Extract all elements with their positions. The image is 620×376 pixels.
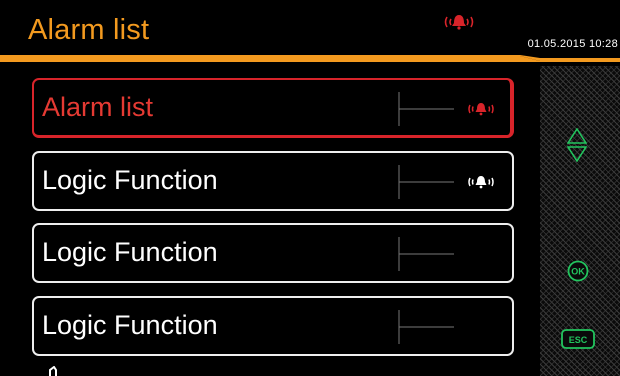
menu-item-label: Alarm list <box>42 92 154 122</box>
separator-line <box>398 165 454 199</box>
header-bar: Alarm list 01.05.2015 10:28 <box>0 0 620 62</box>
side-button-bar: OK ESC <box>540 66 620 376</box>
page-title: Alarm list <box>28 14 150 46</box>
menu-item-label: Logic Function <box>42 165 218 195</box>
esc-button[interactable]: ESC <box>561 328 595 350</box>
menu-item-logic-function-1[interactable]: Logic Function <box>32 151 514 211</box>
partial-menu-item-icon <box>49 366 57 376</box>
menu-item-label: Logic Function <box>42 310 218 340</box>
separator-line <box>398 310 454 344</box>
menu-item-logic-function-3[interactable]: Logic Function <box>32 296 514 356</box>
ok-button[interactable]: OK <box>567 260 589 282</box>
menu-item-alarm-list[interactable]: Alarm list <box>32 78 514 138</box>
menu-item-logic-function-2[interactable]: Logic Function <box>32 223 514 283</box>
date-time: 01.05.2015 10:28 <box>527 38 618 50</box>
esc-label: ESC <box>569 335 588 345</box>
separator-line <box>398 237 454 271</box>
ok-label: OK <box>571 267 585 277</box>
separator-line <box>398 92 454 126</box>
bell-icon <box>468 176 494 189</box>
alarm-bell-icon <box>468 103 494 116</box>
alarm-bell-icon[interactable] <box>442 12 476 32</box>
up-down-arrows-icon[interactable] <box>567 128 587 162</box>
header-underline <box>0 55 620 62</box>
menu-item-label: Logic Function <box>42 237 218 267</box>
